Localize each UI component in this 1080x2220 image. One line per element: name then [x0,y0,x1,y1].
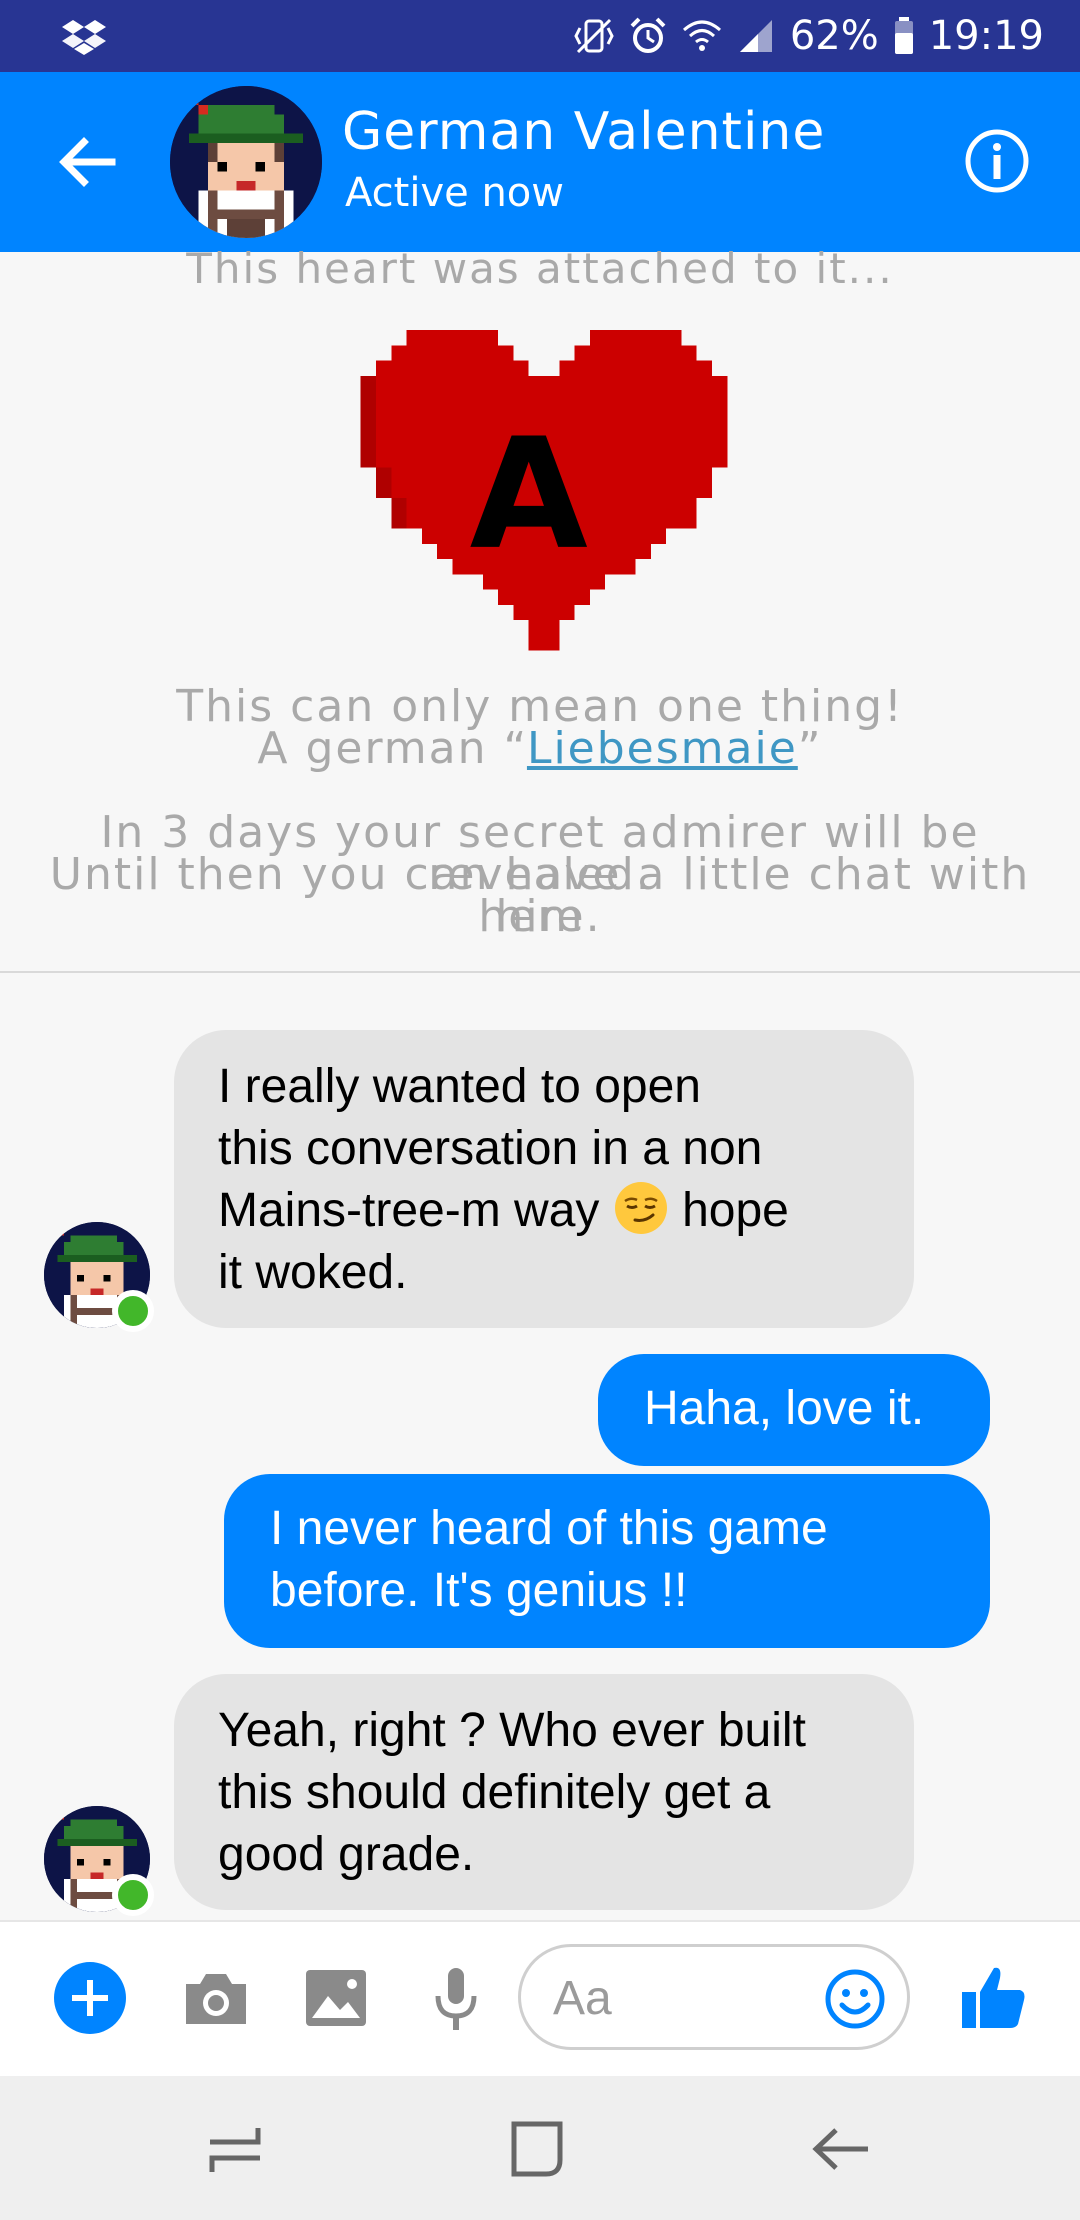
pixel-bavarian-avatar-icon [170,86,322,238]
message-line: Mains-tree-m way hope [218,1180,870,1242]
message-text: Haha, love it. [644,1382,925,1435]
contact-avatar[interactable] [170,86,322,238]
message-bubble-incoming[interactable]: I really wanted to open this conversatio… [174,1030,914,1328]
message-line: Yeah, right ? Who ever built [218,1704,806,1757]
message-bubble-incoming[interactable]: Yeah, right ? Who ever built this should… [174,1674,914,1910]
message-bubble-outgoing[interactable]: Haha, love it. [598,1354,990,1466]
thumbs-up-icon[interactable] [954,1958,1034,2038]
message-line: I really wanted to open [218,1060,701,1113]
smirking-face-icon [614,1182,667,1234]
dropbox-icon [62,20,106,55]
message-line: I never heard of this game [270,1502,828,1555]
intro-line-2-suffix: ” [797,723,823,774]
message-line: this should definitely get a [218,1766,771,1819]
back-icon[interactable] [806,2114,876,2184]
online-indicator [112,1874,154,1916]
system-navigation-bar [0,2076,1080,2220]
heart-letter: A [470,406,619,584]
intro-divider [0,971,1080,973]
intro-attached-text: This heart was attached to it... [186,244,894,293]
intro-line-2: A german “Liebesmaie” [0,727,1080,771]
message-input[interactable] [551,1965,805,2031]
intro-paragraph-line-3: here. [478,891,602,942]
intro-line-2-prefix: A german “ [257,723,527,774]
conversation-header: German Valentine Active now [0,72,1080,252]
active-status: Active now [345,170,564,216]
online-indicator [112,1290,154,1332]
info-icon[interactable] [964,128,1030,194]
message-composer [0,1920,1080,2076]
message-line: before. It's genius !! [270,1564,688,1617]
message-input-field[interactable] [518,1944,910,2050]
intro-line-1: This can only mean one thing! [176,681,904,732]
alarm-icon [630,17,666,53]
message-bubble-outgoing[interactable]: I never heard of this game before. It's … [224,1474,990,1648]
message-line: good grade. [218,1828,475,1881]
back-arrow-icon[interactable] [48,122,128,202]
plus-icon[interactable] [50,1958,130,2038]
message-line: this conversation in a non [218,1122,763,1175]
battery-percent: 62% [789,13,879,59]
message-text: hope [668,1184,789,1237]
microphone-icon[interactable] [416,1958,496,2038]
sender-avatar[interactable] [44,1806,154,1916]
home-icon[interactable] [502,2114,572,2184]
wifi-icon [682,20,721,51]
message-text: Mains-tree-m way [218,1184,600,1237]
recent-apps-icon[interactable] [200,2114,270,2184]
message-line: it woked. [218,1246,408,1299]
status-bar: 62% 19:19 [0,0,1080,72]
image-icon[interactable] [296,1958,376,2038]
signal-icon [739,20,772,52]
battery-icon [894,17,913,54]
liebesmaie-link[interactable]: Liebesmaie [527,723,798,774]
vibrate-icon [574,18,614,54]
clock: 19:19 [928,13,1044,59]
sender-avatar[interactable] [44,1222,154,1332]
emoji-icon[interactable] [823,1967,887,2031]
intro-card: This heart was attached to it... A This … [0,244,1080,972]
contact-name[interactable]: German Valentine [342,102,825,162]
heart-icon: A [360,330,728,651]
camera-icon[interactable] [176,1958,256,2038]
